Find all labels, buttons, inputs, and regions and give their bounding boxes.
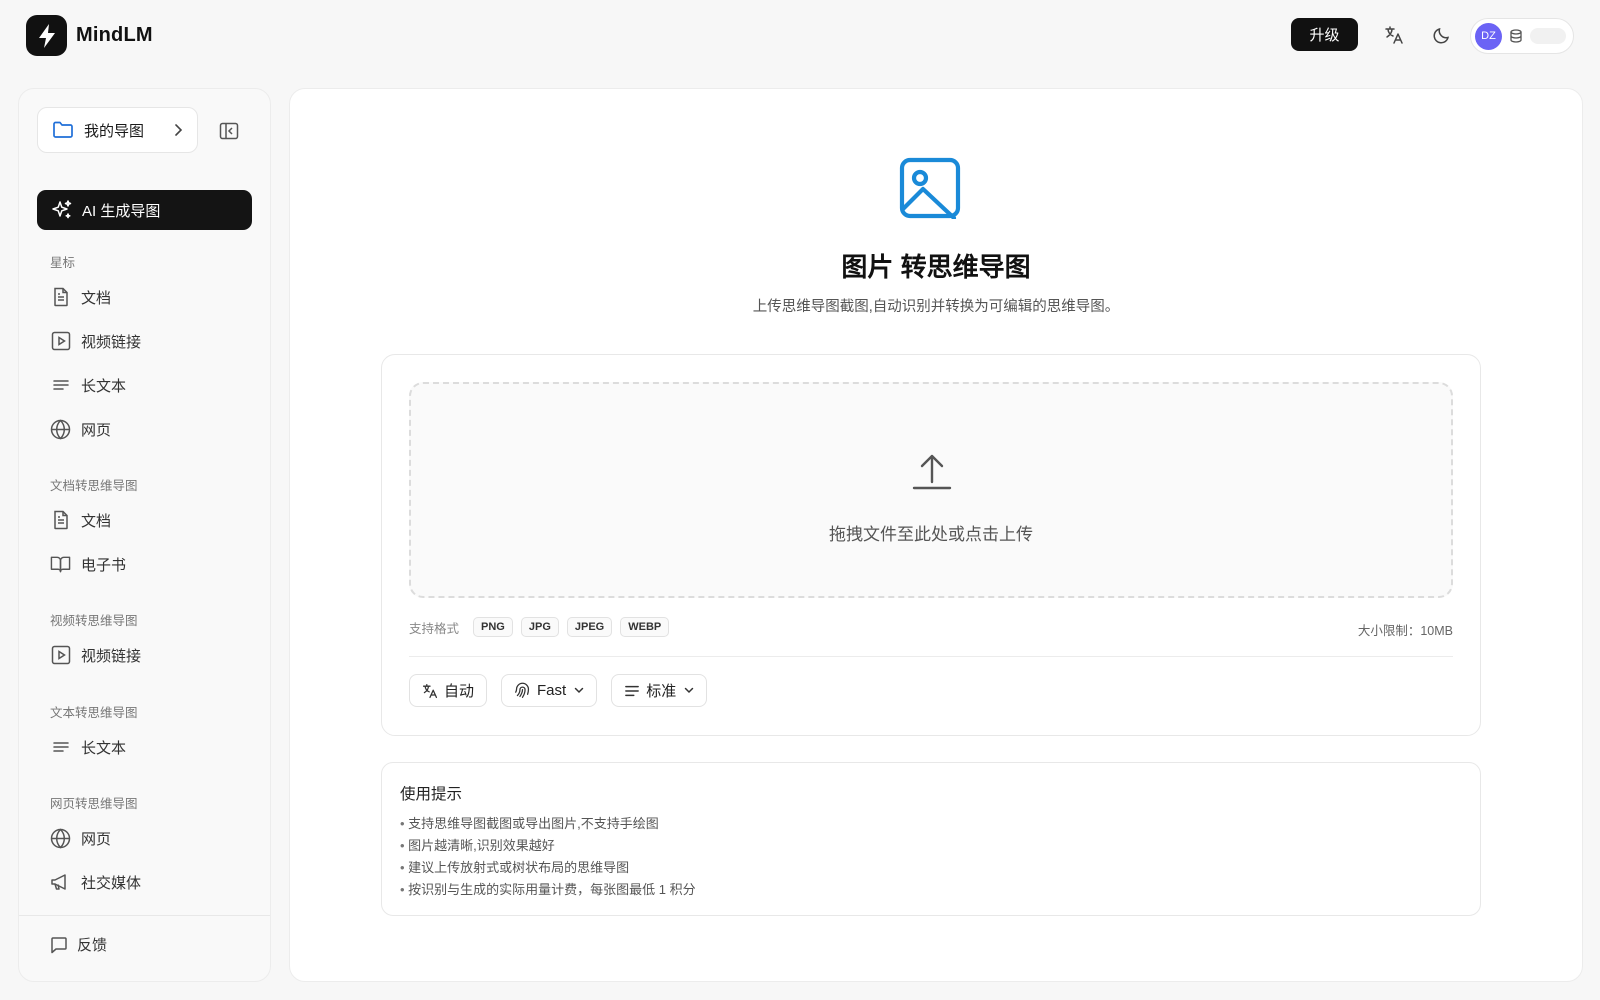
ai-generate-button[interactable]: AI 生成导图 (37, 190, 252, 230)
format-badge: JPEG (566, 617, 613, 637)
collapse-sidebar-icon[interactable] (218, 121, 240, 141)
sidebar-item-text-long-text[interactable]: 长文本 (50, 732, 240, 762)
group-title-doc: 文档转思维导图 (50, 479, 138, 493)
sidebar-item-label: 文档 (81, 512, 112, 530)
credits-bar (1530, 28, 1566, 44)
feedback-label: 反馈 (77, 937, 108, 954)
detail-select[interactable]: 标准 (611, 674, 708, 707)
upload-icon (912, 452, 952, 497)
page-title: 图片 转思维导图 (841, 252, 1031, 282)
sidebar-item-label: 文档 (81, 289, 112, 307)
sidebar-item-web-social-media[interactable]: 社交媒体 (50, 867, 240, 897)
globe-icon (50, 827, 71, 849)
format-badge: PNG (473, 617, 513, 637)
sidebar-item-starred-document[interactable]: 文档 (50, 282, 240, 312)
group-title-video: 视频转思维导图 (50, 614, 138, 628)
moon-icon[interactable] (1429, 22, 1455, 48)
folder-icon (52, 120, 74, 140)
model-select[interactable]: Fast (501, 674, 598, 707)
book-open-icon (50, 554, 71, 575)
upload-card: 拖拽文件至此处或点击上传 支持格式 PNG JPG JPEG WEBP 大小限制… (381, 354, 1481, 736)
sidebar-item-label: 视频链接 (81, 647, 142, 665)
formats-label: 支持格式 (409, 621, 460, 636)
tip-item: 图片越清晰,识别效果越好 (400, 835, 696, 857)
text-lines-icon (50, 737, 71, 758)
translate-icon (422, 683, 438, 699)
sidebar-item-label: 网页 (81, 421, 112, 439)
play-square-icon (50, 645, 71, 666)
tips-title: 使用提示 (400, 786, 463, 803)
ai-generate-label: AI 生成导图 (82, 202, 161, 220)
tips-card: 使用提示 支持思维导图截图或导出图片,不支持手绘图 图片越清晰,识别效果越好 建… (381, 762, 1481, 916)
sidebar: 我的导图 AI 生成导图 星标 文档 视频链接 长文本 网页 文档转思维导图 文… (18, 88, 271, 982)
sidebar-item-label: 视频链接 (81, 333, 142, 351)
message-square-icon (50, 936, 68, 954)
card-divider (409, 656, 1453, 657)
sidebar-item-web-webpage[interactable]: 网页 (50, 823, 240, 853)
tip-item: 支持思维导图截图或导出图片,不支持手绘图 (400, 813, 696, 835)
dropzone-text: 拖拽文件至此处或点击上传 (829, 525, 1033, 544)
sidebar-item-starred-video-link[interactable]: 视频链接 (50, 326, 240, 356)
app-logo[interactable]: MindLM (26, 15, 153, 56)
sidebar-item-label: 网页 (81, 830, 112, 848)
size-limit: 大小限制：10MB (1357, 624, 1453, 638)
sidebar-item-label: 长文本 (81, 377, 127, 395)
main-panel: 图片 转思维导图 上传思维导图截图,自动识别并转换为可编辑的思维导图。 拖拽文件… (289, 88, 1583, 982)
image-icon (899, 157, 961, 221)
sidebar-item-starred-webpage[interactable]: 网页 (50, 414, 240, 444)
sidebar-item-starred-long-text[interactable]: 长文本 (50, 370, 240, 400)
document-icon (50, 510, 71, 531)
my-maps-button[interactable]: 我的导图 (37, 107, 198, 153)
globe-icon (50, 418, 71, 440)
supported-formats: 支持格式 PNG JPG JPEG WEBP (409, 617, 677, 637)
upgrade-button[interactable]: 升级 (1291, 18, 1358, 51)
avatar[interactable]: DZ (1475, 22, 1502, 50)
sidebar-item-label: 电子书 (81, 556, 127, 574)
tips-list: 支持思维导图截图或导出图片,不支持手绘图 图片越清晰,识别效果越好 建议上传放射… (400, 813, 696, 901)
bolt-icon (26, 15, 67, 56)
group-title-web: 网页转思维导图 (50, 797, 138, 811)
tip-item: 建议上传放射式或树状布局的思维导图 (400, 857, 696, 879)
sparkles-icon (51, 199, 73, 221)
model-value: Fast (537, 682, 567, 699)
chevron-down-icon (684, 687, 694, 694)
feedback-button[interactable]: 反馈 (50, 934, 107, 955)
my-maps-label: 我的导图 (84, 122, 145, 140)
sidebar-item-label: 长文本 (81, 739, 127, 757)
megaphone-icon (50, 872, 71, 893)
app-name: MindLM (76, 24, 153, 46)
sidebar-item-label: 社交媒体 (81, 874, 142, 892)
group-title-starred: 星标 (50, 256, 76, 270)
language-value: 自动 (444, 683, 475, 700)
sidebar-item-doc-ebook[interactable]: 电子书 (50, 549, 240, 579)
options-bar: 自动 Fast 标准 (409, 674, 721, 707)
detail-value: 标准 (646, 683, 677, 700)
user-menu[interactable]: DZ (1470, 18, 1574, 54)
tip-item: 按识别与生成的实际用量计费，每张图最低 1 积分 (400, 879, 695, 901)
page-subtitle: 上传思维导图截图,自动识别并转换为可编辑的思维导图。 (752, 299, 1120, 315)
text-lines-icon (624, 684, 640, 698)
format-badge: WEBP (620, 617, 670, 637)
language-select[interactable]: 自动 (409, 674, 488, 707)
file-dropzone[interactable]: 拖拽文件至此处或点击上传 (409, 382, 1453, 598)
coins-icon (1508, 28, 1524, 44)
format-badge: JPG (520, 617, 559, 637)
chevron-down-icon (574, 687, 584, 694)
sidebar-divider (19, 915, 270, 916)
document-icon (50, 287, 71, 308)
translate-icon[interactable] (1381, 22, 1407, 48)
fingerprint-icon (514, 682, 531, 699)
group-title-text: 文本转思维导图 (50, 706, 138, 720)
sidebar-item-doc-document[interactable]: 文档 (50, 505, 240, 535)
sidebar-item-video-link[interactable]: 视频链接 (50, 640, 240, 670)
chevron-right-icon (173, 123, 183, 137)
text-lines-icon (50, 375, 71, 396)
play-square-icon (50, 331, 71, 352)
